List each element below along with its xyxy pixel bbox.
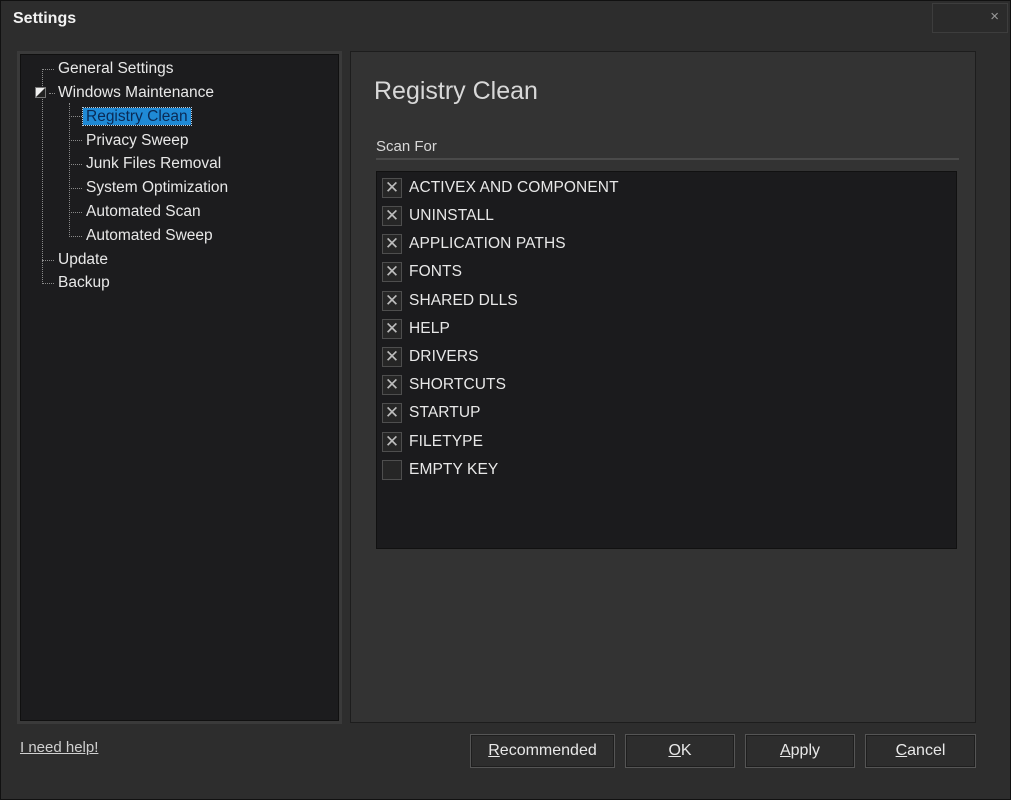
option-help[interactable]: ✕ HELP bbox=[382, 318, 450, 340]
tree-item-label: Automated Scan bbox=[86, 203, 201, 220]
option-activex-and-component[interactable]: ✕ ACTIVEX AND COMPONENT bbox=[382, 177, 619, 199]
tree-item-label: Privacy Sweep bbox=[86, 132, 189, 149]
option-label: APPLICATION PATHS bbox=[409, 235, 566, 252]
mnemonic: R bbox=[488, 742, 500, 759]
ok-button[interactable]: OK bbox=[625, 734, 735, 768]
tree-connector bbox=[42, 69, 54, 70]
checkbox[interactable]: ✕ bbox=[382, 178, 402, 198]
option-empty-key[interactable]: EMPTY KEY bbox=[382, 459, 498, 481]
tree-connector bbox=[69, 236, 82, 237]
tree-item-label: System Optimization bbox=[86, 179, 229, 196]
tree-item-label: General Settings bbox=[58, 60, 174, 77]
button-label: ancel bbox=[907, 742, 946, 759]
checkbox[interactable]: ✕ bbox=[382, 347, 402, 367]
button-label: K bbox=[680, 742, 692, 759]
option-filetype[interactable]: ✕ FILETYPE bbox=[382, 431, 483, 453]
tree-connector bbox=[69, 140, 82, 141]
close-icon: × bbox=[990, 8, 999, 25]
option-label: EMPTY KEY bbox=[409, 461, 499, 478]
settings-tree: General Settings Windows Maintenance Reg… bbox=[20, 54, 339, 721]
button-label: ecommended bbox=[499, 742, 597, 759]
option-label: STARTUP bbox=[409, 404, 481, 421]
scan-for-label: Scan For bbox=[376, 138, 437, 155]
tree-item-label: Junk Files Removal bbox=[86, 155, 222, 172]
page-title: Registry Clean bbox=[374, 77, 538, 105]
checkbox[interactable]: ✕ bbox=[382, 206, 402, 226]
option-fonts[interactable]: ✕ FONTS bbox=[382, 261, 462, 283]
checkbox[interactable] bbox=[382, 460, 402, 480]
option-label: SHORTCUTS bbox=[409, 376, 507, 393]
checkbox[interactable]: ✕ bbox=[382, 375, 402, 395]
checkbox[interactable]: ✕ bbox=[382, 262, 402, 282]
mnemonic: O bbox=[668, 742, 681, 759]
settings-tree-panel: General Settings Windows Maintenance Reg… bbox=[17, 51, 342, 724]
tree-item-windows-maintenance[interactable]: Windows Maintenance bbox=[55, 82, 217, 104]
mnemonic: C bbox=[895, 742, 908, 759]
title-bar: Settings × bbox=[1, 1, 1011, 35]
tree-item-automated-scan[interactable]: Automated Scan bbox=[83, 201, 204, 223]
option-startup[interactable]: ✕ STARTUP bbox=[382, 402, 481, 424]
recommended-button[interactable]: Recommended bbox=[470, 734, 615, 768]
checkbox[interactable]: ✕ bbox=[382, 432, 402, 452]
option-label: FONTS bbox=[409, 263, 463, 280]
tree-item-automated-sweep[interactable]: Automated Sweep bbox=[83, 225, 216, 247]
window-title: Settings bbox=[13, 10, 77, 27]
tree-item-label: Windows Maintenance bbox=[58, 84, 214, 101]
checkbox[interactable]: ✕ bbox=[382, 234, 402, 254]
apply-button[interactable]: Apply bbox=[745, 734, 855, 768]
tree-connector bbox=[42, 260, 54, 261]
tree-item-backup[interactable]: Backup bbox=[55, 272, 113, 294]
collapse-toggle-icon[interactable] bbox=[35, 87, 46, 98]
tree-item-junk-files-removal[interactable]: Junk Files Removal bbox=[83, 153, 224, 175]
cancel-button[interactable]: Cancel bbox=[865, 734, 976, 768]
registry-clean-panel: Registry Clean Scan For ✕ ACTIVEX AND COM… bbox=[350, 51, 976, 723]
tree-connector bbox=[69, 116, 82, 117]
tree-item-update[interactable]: Update bbox=[55, 249, 111, 271]
help-link[interactable]: I need help! bbox=[20, 739, 98, 756]
tree-item-registry-clean[interactable]: Registry Clean bbox=[82, 106, 192, 128]
tree-connector bbox=[69, 188, 82, 189]
settings-window: Settings × General Settings Windows Main… bbox=[0, 0, 1011, 800]
option-application-paths[interactable]: ✕ APPLICATION PATHS bbox=[382, 233, 566, 255]
checkbox[interactable]: ✕ bbox=[382, 319, 402, 339]
scan-options-list: ✕ ACTIVEX AND COMPONENT ✕ UNINSTALL ✕ APPLI… bbox=[376, 171, 957, 549]
option-label: UNINSTALL bbox=[409, 207, 495, 224]
option-shortcuts[interactable]: ✕ SHORTCUTS bbox=[382, 374, 506, 396]
option-label: SHARED DLLS bbox=[409, 292, 518, 309]
tree-item-label: Automated Sweep bbox=[86, 227, 213, 244]
tree-item-label: Backup bbox=[58, 274, 110, 291]
option-uninstall[interactable]: ✕ UNINSTALL bbox=[382, 205, 494, 227]
tree-connector bbox=[69, 164, 82, 165]
close-button[interactable]: × bbox=[932, 3, 1008, 33]
option-drivers[interactable]: ✕ DRIVERS bbox=[382, 346, 479, 368]
tree-item-label: Registry Clean bbox=[82, 107, 192, 126]
checkbox[interactable]: ✕ bbox=[382, 291, 402, 311]
option-label: ACTIVEX AND COMPONENT bbox=[409, 179, 619, 196]
option-shared-dlls[interactable]: ✕ SHARED DLLS bbox=[382, 290, 518, 312]
option-label: DRIVERS bbox=[409, 348, 479, 365]
option-label: HELP bbox=[409, 320, 450, 337]
button-label: pply bbox=[790, 742, 821, 759]
tree-item-system-optimization[interactable]: System Optimization bbox=[83, 177, 231, 199]
tree-connector bbox=[69, 103, 70, 237]
tree-item-privacy-sweep[interactable]: Privacy Sweep bbox=[83, 130, 192, 152]
checkbox[interactable]: ✕ bbox=[382, 403, 402, 423]
tree-connector bbox=[69, 212, 82, 213]
section-divider bbox=[376, 158, 959, 160]
option-label: FILETYPE bbox=[409, 433, 484, 450]
tree-connector bbox=[42, 69, 43, 284]
tree-item-general-settings[interactable]: General Settings bbox=[55, 58, 176, 80]
tree-connector bbox=[42, 283, 54, 284]
mnemonic: A bbox=[779, 742, 791, 759]
tree-item-label: Update bbox=[58, 251, 108, 268]
